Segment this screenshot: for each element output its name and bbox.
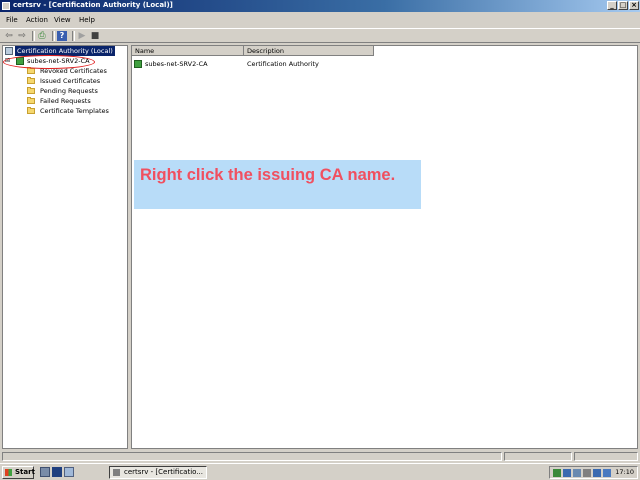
close-button[interactable]: × [629, 1, 639, 10]
title-bar[interactable]: certsrv - [Certification Authority (Loca… [0, 0, 640, 12]
menu-file[interactable]: File [6, 16, 18, 24]
network-icon[interactable] [553, 469, 561, 477]
tree-folder-label: Failed Requests [40, 97, 91, 105]
list-item-name: subes-net-SRV2-CA [145, 60, 208, 68]
column-header-description[interactable]: Description [244, 46, 374, 56]
help-icon[interactable]: ? [57, 31, 67, 41]
list-item[interactable]: subes-net-SRV2-CA Certification Authorit… [134, 59, 374, 69]
toolbar: ⇦ ⇨ ⎙ ? ▶ ■ [0, 28, 640, 43]
result-pane: Name Description subes-net-SRV2-CA Certi… [131, 45, 638, 449]
toolbar-separator [72, 31, 75, 41]
status-segment [504, 452, 572, 461]
security-icon[interactable] [593, 469, 601, 477]
folder-icon [27, 67, 35, 74]
tree-folder-label: Issued Certificates [40, 77, 101, 85]
task-button-label: certsrv - [Certificatio... [124, 468, 203, 476]
status-segment [574, 452, 638, 461]
powershell-icon[interactable] [52, 467, 62, 477]
task-button-certsrv[interactable]: certsrv - [Certificatio... [109, 466, 207, 479]
annotation-circle [3, 55, 95, 69]
menu-bar: File Action View Help [0, 13, 640, 27]
column-header-name[interactable]: Name [132, 46, 244, 56]
system-tray: 17:10 [549, 466, 638, 479]
folder-icon [27, 77, 35, 84]
menu-action[interactable]: Action [26, 16, 48, 24]
clock[interactable]: 17:10 [615, 467, 634, 478]
forward-arrow-icon[interactable]: ⇨ [17, 31, 27, 41]
export-list-icon[interactable]: ⎙ [37, 31, 47, 41]
list-item-description: Certification Authority [247, 60, 319, 68]
toolbar-separator [32, 31, 35, 41]
tree-folder-label: Pending Requests [40, 87, 98, 95]
window-title: certsrv - [Certification Authority (Loca… [13, 1, 173, 9]
toolbar-separator [52, 31, 55, 41]
callout-text: Right click the issuing CA name. [140, 166, 396, 184]
monitor-icon[interactable] [563, 469, 571, 477]
server-manager-icon[interactable] [40, 467, 50, 477]
menu-view[interactable]: View [54, 16, 71, 24]
tree-folder-label: Certificate Templates [40, 107, 109, 115]
update-icon[interactable] [603, 469, 611, 477]
windows-logo-icon [5, 469, 12, 476]
maximize-button[interactable]: □ [618, 1, 628, 10]
computer-icon [5, 47, 13, 55]
console-tree: Certification Authority (Local) ⊟ subes-… [2, 45, 128, 449]
folder-icon [27, 87, 35, 94]
start-label: Start [15, 468, 35, 476]
back-arrow-icon[interactable]: ⇦ [4, 31, 14, 41]
certsrv-icon [113, 469, 120, 476]
show-desktop-icon[interactable] [64, 467, 74, 477]
app-icon[interactable] [2, 2, 10, 10]
speaker-icon[interactable] [583, 469, 591, 477]
status-segment [2, 452, 502, 461]
instruction-callout: Right click the issuing CA name. [134, 160, 421, 209]
display-icon[interactable] [573, 469, 581, 477]
stop-service-icon[interactable]: ■ [90, 31, 100, 41]
folder-icon [27, 107, 35, 114]
status-bar [0, 451, 640, 462]
start-service-icon[interactable]: ▶ [77, 31, 87, 41]
folder-icon [27, 97, 35, 104]
start-button[interactable]: Start [2, 466, 35, 479]
ca-server-icon [134, 60, 142, 68]
minimize-button[interactable]: _ [607, 1, 617, 10]
taskbar: Start certsrv - [Certificatio... 17:10 [0, 463, 640, 480]
menu-help[interactable]: Help [79, 16, 95, 24]
